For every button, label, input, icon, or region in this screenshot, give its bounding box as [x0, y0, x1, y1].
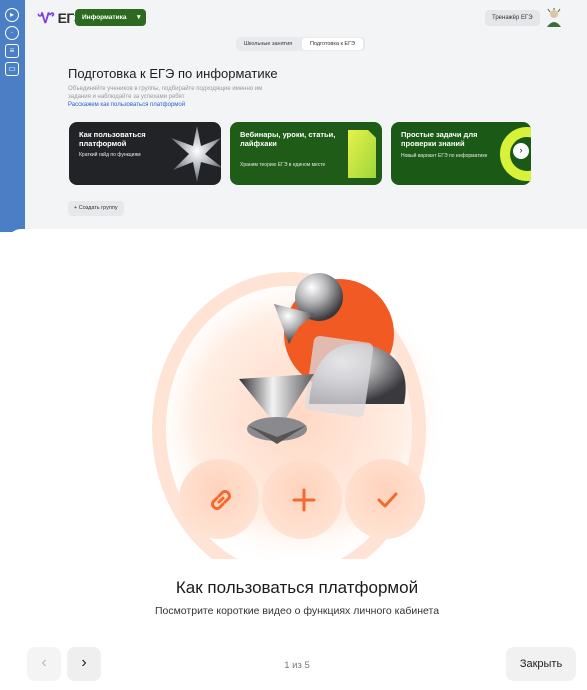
- modal-title: Как пользоваться платформой: [175, 578, 419, 597]
- card-title: Вебинары, уроки, статьи, лайфхаки: [240, 130, 336, 148]
- avatar[interactable]: [545, 8, 563, 28]
- tab-switcher: Школьные занятия Подготовка к ЕГЭ: [236, 37, 365, 51]
- clock-icon[interactable]: ·: [5, 26, 19, 40]
- card-simple-tasks[interactable]: Простые задачи для проверки знаний Новый…: [391, 122, 531, 185]
- card-subtitle: Храним теорию ЕГЭ в едином месте: [240, 162, 326, 168]
- carousel-next-button[interactable]: ›: [513, 143, 529, 159]
- create-group-button[interactable]: + Создать группу: [68, 201, 124, 216]
- onboarding-modal: Как пользоваться платформой Посмотрите к…: [7, 229, 587, 690]
- plus-icon: [292, 488, 316, 512]
- card-how-to-use[interactable]: Как пользоваться платформой Краткий гайд…: [69, 122, 221, 185]
- card-title: Простые задачи для проверки знаний: [401, 130, 478, 148]
- screen: ▸ · ≡ ▭ Ꮙ ЕГЭ Информатика ▾ Тренажёр ЕГЭ: [0, 0, 587, 690]
- page-description: Объединяйте учеников в группы, подбирайт…: [68, 86, 263, 100]
- subject-selector[interactable]: Информатика ▾: [75, 9, 147, 26]
- how-to-use-link[interactable]: Расскажем как пользоваться платформой: [68, 102, 185, 108]
- video-icon[interactable]: ≡: [5, 44, 19, 58]
- subject-label: Информатика: [82, 14, 127, 21]
- modal-subtitle: Посмотрите короткие видео о функциях лич…: [154, 605, 440, 617]
- document-illustration-icon: [348, 130, 376, 178]
- card-webinars[interactable]: Вебинары, уроки, статьи, лайфхаки Храним…: [230, 122, 382, 185]
- tab-school-classes[interactable]: Школьные занятия: [238, 38, 298, 50]
- logo-mark-icon: Ꮙ: [38, 10, 55, 26]
- left-rail: ▸ · ≡ ▭: [0, 0, 25, 232]
- chevron-down-icon: ▾: [136, 14, 141, 21]
- trainer-button[interactable]: Тренажёр ЕГЭ: [485, 10, 540, 26]
- top-header: Ꮙ ЕГЭ Информатика ▾ Тренажёр ЕГЭ: [25, 0, 587, 36]
- tab-ege-prep[interactable]: Подготовка к ЕГЭ: [302, 38, 363, 50]
- document-icon[interactable]: ▭: [5, 62, 19, 76]
- close-button[interactable]: Закрыть: [506, 647, 576, 681]
- page-content: Ꮙ ЕГЭ Информатика ▾ Тренажёр ЕГЭ Школьны…: [25, 0, 587, 232]
- background-page: ▸ · ≡ ▭ Ꮙ ЕГЭ Информатика ▾ Тренажёр ЕГЭ: [0, 0, 587, 232]
- card-title: Как пользоваться платформой: [79, 130, 146, 148]
- checkmark-icon: [377, 492, 398, 508]
- slide-counter: 1 из 5: [284, 660, 310, 671]
- star-illustration-icon: [171, 126, 221, 182]
- page-title: Подготовка к ЕГЭ по информатике: [68, 66, 278, 81]
- link-icon: [211, 490, 231, 510]
- card-subtitle: Новый вариант ЕГЭ по информатике: [401, 153, 488, 159]
- card-subtitle: Краткий гайд по функциям: [79, 152, 141, 158]
- play-circle-icon[interactable]: ▸: [5, 8, 19, 22]
